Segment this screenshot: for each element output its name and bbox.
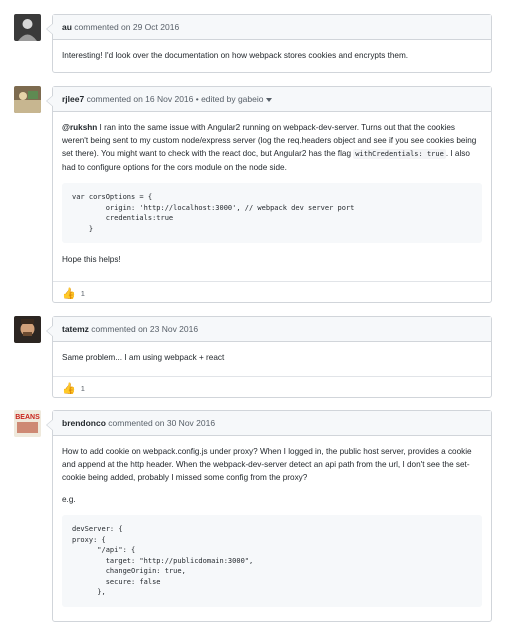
comment-meta[interactable]: commented on 30 Nov 2016 <box>106 418 215 428</box>
comment-meta[interactable]: commented on 29 Oct 2016 <box>72 22 179 32</box>
reaction-button[interactable]: 👍 1 <box>62 378 85 400</box>
avatar[interactable]: BEANS <box>14 410 41 437</box>
comment-author[interactable]: tatemz <box>62 324 89 334</box>
code-block: var corsOptions = { origin: 'http://loca… <box>62 183 482 243</box>
comment-author[interactable]: rjlee7 <box>62 94 84 104</box>
reaction-count: 1 <box>80 383 85 393</box>
comment-text: How to add cookie on webpack.config.js u… <box>62 447 472 482</box>
comment-author[interactable]: au <box>62 22 72 32</box>
thumbs-up-icon: 👍 <box>62 382 76 395</box>
code-block: devServer: { proxy: { "/api": { target: … <box>62 515 482 607</box>
comment-body: Interesting! I'd look over the documenta… <box>53 40 491 62</box>
comment: brendonco commented on 30 Nov 2016 How t… <box>46 410 492 622</box>
comment: rjlee7 commented on 16 Nov 2016 • edited… <box>46 86 492 304</box>
comment-header: au commented on 29 Oct 2016 <box>53 15 491 40</box>
user-mention[interactable]: @rukshn <box>62 123 97 132</box>
comment-meta[interactable]: commented on 16 Nov 2016 • edited by <box>84 94 238 104</box>
comment-text: Same problem... I am using webpack + rea… <box>62 353 225 362</box>
comment-meta[interactable]: commented on 23 Nov 2016 <box>89 324 198 334</box>
comment-header: brendonco commented on 30 Nov 2016 <box>53 411 491 436</box>
comment-body: Same problem... I am using webpack + rea… <box>53 342 491 376</box>
thumbs-up-icon: 👍 <box>62 287 76 300</box>
comment: tatemz commented on 23 Nov 2016 Same pro… <box>46 316 492 399</box>
reaction-count: 1 <box>80 288 85 298</box>
comment-header: rjlee7 commented on 16 Nov 2016 • edited… <box>53 87 491 112</box>
reactions-bar: 👍 1 <box>53 376 491 399</box>
avatar[interactable] <box>14 14 41 41</box>
reaction-button[interactable]: 👍 1 <box>62 283 85 305</box>
comment-author[interactable]: brendonco <box>62 418 106 428</box>
comment-text: Hope this helps! <box>62 255 121 264</box>
comment-text: Interesting! I'd look over the documenta… <box>62 51 409 60</box>
reactions-bar: 👍 1 <box>53 281 491 304</box>
inline-code: withCredentials: true <box>353 149 446 159</box>
comment-body: @rukshn I ran into the same issue with A… <box>53 112 491 281</box>
avatar-logo-text: BEANS <box>15 414 40 421</box>
comment-text: @rukshn I ran into the same issue with A… <box>62 121 482 174</box>
chevron-down-icon[interactable] <box>266 97 273 102</box>
avatar[interactable] <box>14 86 41 113</box>
comment-text: e.g. <box>62 495 76 504</box>
avatar[interactable] <box>14 316 41 343</box>
comment-body: How to add cookie on webpack.config.js u… <box>53 436 491 607</box>
comment-header: tatemz commented on 23 Nov 2016 <box>53 317 491 342</box>
comment: au commented on 29 Oct 2016 Interesting!… <box>46 14 492 73</box>
edited-by-link[interactable]: gabeio <box>238 94 264 104</box>
